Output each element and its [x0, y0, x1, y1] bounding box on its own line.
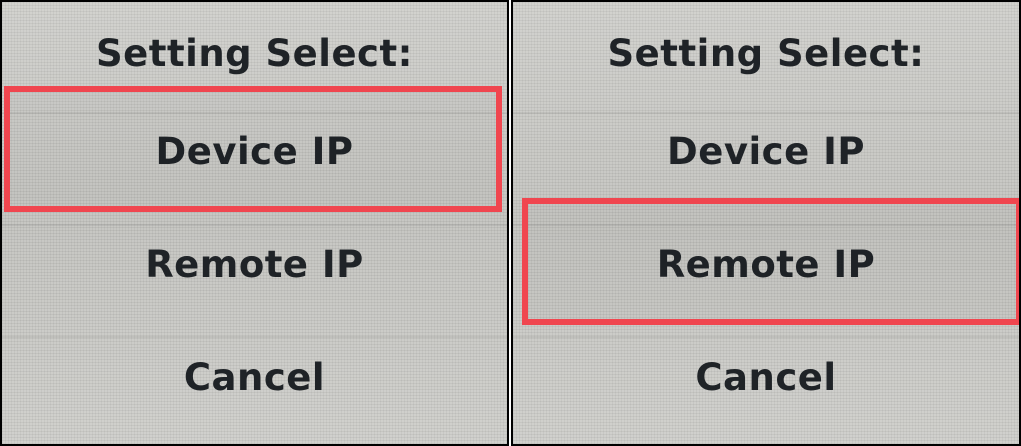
screen-divider — [2, 224, 507, 226]
device-ip-option[interactable]: Device IP — [513, 122, 1019, 182]
remote-ip-option[interactable]: Remote IP — [2, 235, 507, 295]
device-ip-option[interactable]: Device IP — [2, 122, 507, 182]
remote-ip-option[interactable]: Remote IP — [513, 235, 1019, 295]
screenshot-pair: Setting Select: Device IP Remote IP Canc… — [0, 0, 1021, 446]
device-screen-left: Setting Select: Device IP Remote IP Canc… — [0, 0, 509, 446]
screen-divider — [2, 112, 507, 114]
cancel-option[interactable]: Cancel — [2, 348, 507, 408]
cancel-option[interactable]: Cancel — [513, 348, 1019, 408]
screen-divider — [513, 336, 1019, 338]
screen-divider — [513, 224, 1019, 226]
setting-select-title: Setting Select: — [607, 32, 925, 75]
device-screen-right: Setting Select: Device IP Remote IP Canc… — [511, 0, 1021, 446]
setting-select-title: Setting Select: — [96, 32, 413, 75]
screen-divider — [513, 112, 1019, 114]
screen-divider — [2, 336, 507, 338]
